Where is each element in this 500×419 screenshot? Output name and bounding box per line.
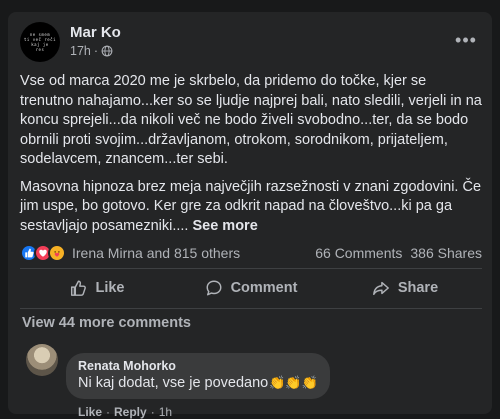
engagement-counts: 66 Comments 386 Shares <box>315 245 482 261</box>
commenter-avatar[interactable] <box>26 344 58 376</box>
shares-count[interactable]: 386 Shares <box>410 245 482 261</box>
share-icon <box>372 281 389 296</box>
commenter-name[interactable]: Renata Mohorko <box>78 359 318 373</box>
post-paragraph-1: Vse od marca 2020 me je skrbelo, da prid… <box>20 73 482 167</box>
care-reaction-icon <box>48 244 66 262</box>
post-body: Vse od marca 2020 me je skrbelo, da prid… <box>20 72 482 244</box>
divider-top <box>20 268 482 269</box>
post-card: ne smem ti več reči kaj je res Mar Ko 17… <box>8 12 492 419</box>
comment-text-body: Ni kaj dodat, vse je povedano <box>78 375 269 391</box>
divider-bottom <box>20 308 482 309</box>
like-button[interactable]: Like <box>20 270 174 306</box>
comment-icon <box>206 280 222 296</box>
post-meta: 17h · <box>70 44 113 58</box>
reaction-summary[interactable]: Irena Mirna and 815 others <box>20 244 240 262</box>
more-options-icon[interactable]: ••• <box>452 26 480 54</box>
comment-label: Comment <box>230 280 298 296</box>
comments-count[interactable]: 66 Comments <box>315 245 402 261</box>
author-avatar[interactable]: ne smem ti več reči kaj je res <box>20 22 60 62</box>
view-more-comments-link[interactable]: View 44 more comments <box>22 315 191 331</box>
share-button[interactable]: Share <box>328 270 482 306</box>
share-label: Share <box>397 280 439 296</box>
post-actions: Like Comment Share <box>20 270 482 306</box>
avatar-caption: ne smem ti več reči kaj je res <box>24 32 56 52</box>
comment-actions: Like · Reply · 1h <box>78 405 173 419</box>
reactions-row: Irena Mirna and 815 others 66 Comments 3… <box>20 242 482 264</box>
comment-text: Ni kaj dodat, vse je povedano 👏👏👏 <box>78 375 318 391</box>
comment-reply-link[interactable]: Reply <box>114 405 147 419</box>
globe-icon <box>101 45 113 57</box>
like-label: Like <box>95 280 125 296</box>
comment-button[interactable]: Comment <box>174 270 328 306</box>
see-more-link[interactable]: See more <box>192 218 257 234</box>
thumbs-up-icon <box>71 280 87 296</box>
comment-bubble: Renata Mohorko Ni kaj dodat, vse je pove… <box>66 353 330 399</box>
author-name[interactable]: Mar Ko <box>70 24 121 41</box>
comment-time[interactable]: 1h <box>159 405 172 419</box>
reactors-summary[interactable]: Irena Mirna and 815 others <box>72 245 240 261</box>
post-paragraph-2: Masovna hipnoza brez meja največjih razs… <box>20 178 482 237</box>
post-time[interactable]: 17h <box>70 44 91 58</box>
clapping-hands-emoji: 👏👏👏 <box>269 375 318 390</box>
comment-like-link[interactable]: Like <box>78 405 102 419</box>
